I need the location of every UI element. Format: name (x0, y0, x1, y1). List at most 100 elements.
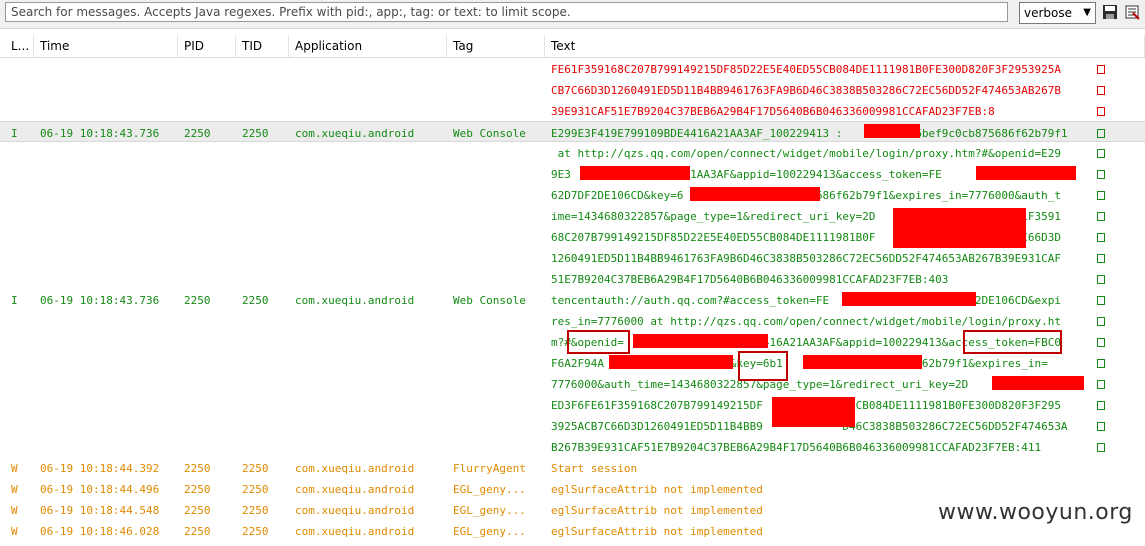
redaction-block (772, 397, 855, 427)
log-text-line: 1260491ED5D11B4BB9461763FA9B6D46C3838B50… (551, 252, 1061, 265)
log-level: W (11, 483, 18, 496)
log-text-line: 62D7DF2DE106CD&key=6 75686f62b79f1&expir… (551, 189, 1061, 202)
redaction-block (803, 355, 922, 369)
log-app: com.xueqiu.android (295, 462, 415, 475)
line-break-glyph-icon (1097, 296, 1105, 305)
log-text-line: CB7C66D3D1260491ED5D11B4BB9461763FA9B6D4… (551, 84, 1061, 97)
log-app: com.xueqiu.android (295, 294, 415, 307)
log-time: 06-19 10:18:44.548 (40, 504, 160, 517)
line-break-glyph-icon (1097, 149, 1105, 158)
log-pid: 2250 (184, 504, 211, 517)
log-time: 06-19 10:18:43.736 (40, 294, 160, 307)
log-tid: 2250 (242, 462, 269, 475)
line-break-glyph-icon (1097, 380, 1105, 389)
save-icon[interactable] (1102, 4, 1118, 20)
line-break-glyph-icon (1097, 317, 1105, 326)
column-header-tid[interactable]: TID (236, 35, 289, 57)
log-text-line: FE61F359168C207B799149215DF85D22E5E40ED5… (551, 63, 1061, 76)
log-app: com.xueqiu.android (295, 525, 415, 538)
log-row[interactable]: I 06-19 10:18:43.736 2250 2250 com.xueqiu.an… (0, 289, 1145, 457)
line-break-glyph-icon (1097, 359, 1105, 368)
redaction-block (893, 208, 1026, 248)
redaction-block (864, 124, 920, 138)
log-tag: EGL_geny... (453, 504, 526, 517)
watermark-text: www.wooyun.org (938, 500, 1133, 525)
log-level: W (11, 504, 18, 517)
redaction-block (580, 166, 690, 180)
log-level: W (11, 462, 18, 475)
log-table-body[interactable]: FE61F359168C207B799149215DF85D22E5E40ED5… (0, 58, 1145, 542)
line-break-glyph-icon (1097, 86, 1105, 95)
log-text: FE61F359168C207B799149215DF85D22E5E40ED5… (551, 63, 1111, 126)
redaction-block (992, 376, 1084, 390)
log-tid: 2250 (242, 483, 269, 496)
log-level-select[interactable]: verbose ▼ (1019, 2, 1096, 24)
column-header-level[interactable]: L... (5, 35, 34, 57)
column-header-application[interactable]: Application (289, 35, 447, 57)
highlight-box (738, 351, 788, 381)
highlight-box (963, 330, 1062, 354)
line-break-glyph-icon (1097, 170, 1105, 179)
log-pid: 2250 (184, 525, 211, 538)
log-text-line: 68C207B799149215DF85D22E5E40ED55CB084DE1… (551, 231, 1061, 244)
log-tid: 2250 (242, 525, 269, 538)
line-break-glyph-icon (1097, 401, 1105, 410)
log-tag: EGL_geny... (453, 525, 526, 538)
column-header-pid[interactable]: PID (178, 35, 236, 57)
log-time: 06-19 10:18:44.496 (40, 483, 160, 496)
log-pid: 2250 (184, 127, 211, 140)
log-time: 06-19 10:18:43.736 (40, 127, 160, 140)
line-break-glyph-icon (1097, 65, 1105, 74)
log-tag: Web Console (453, 127, 526, 140)
toolbar: verbose ▼ (0, 0, 1145, 29)
chevron-down-icon: ▼ (1083, 7, 1091, 18)
redaction-block (976, 166, 1076, 180)
log-app: com.xueqiu.android (295, 483, 415, 496)
log-level: I (11, 127, 18, 140)
redaction-block (633, 334, 768, 348)
redaction-block (609, 355, 733, 369)
log-time: 06-19 10:18:46.028 (40, 525, 160, 538)
log-row[interactable]: FE61F359168C207B799149215DF85D22E5E40ED5… (0, 58, 1145, 121)
redaction-block (690, 187, 820, 201)
log-tag: Web Console (453, 294, 526, 307)
line-break-glyph-icon (1097, 254, 1105, 263)
log-text-line: at http://qzs.qq.com/open/connect/widget… (551, 147, 1061, 160)
line-break-glyph-icon (1097, 233, 1105, 242)
column-header-text[interactable]: Text (545, 35, 1145, 57)
clear-log-icon[interactable] (1124, 4, 1140, 20)
log-pid: 2250 (184, 294, 211, 307)
log-tag: EGL_geny... (453, 483, 526, 496)
line-break-glyph-icon (1097, 338, 1105, 347)
log-tid: 2250 (242, 294, 269, 307)
line-break-glyph-icon (1097, 422, 1105, 431)
log-tag: FlurryAgent (453, 462, 526, 475)
search-input[interactable] (5, 2, 1008, 22)
log-level: I (11, 294, 18, 307)
log-app: com.xueqiu.android (295, 127, 415, 140)
log-level: W (11, 525, 18, 538)
log-text-line: eglSurfaceAttrib not implemented (551, 525, 763, 538)
redaction-block (842, 292, 976, 306)
column-header-time[interactable]: Time (34, 35, 178, 57)
log-tid: 2250 (242, 127, 269, 140)
log-app: com.xueqiu.android (295, 504, 415, 517)
line-break-glyph-icon (1097, 443, 1105, 452)
log-pid: 2250 (184, 483, 211, 496)
log-tid: 2250 (242, 504, 269, 517)
log-row[interactable]: I 06-19 10:18:43.736 2250 2250 com.xueqiu.an… (0, 121, 1145, 142)
log-row[interactable]: W 06-19 10:18:44.392 2250 2250 com.xueqiu.an… (0, 457, 1145, 478)
log-table-header: L... Time PID TID Application Tag Text (0, 35, 1145, 58)
log-text: eglSurfaceAttrib not implemented (551, 525, 1111, 546)
line-break-glyph-icon (1097, 212, 1105, 221)
line-break-glyph-icon (1097, 191, 1105, 200)
line-break-glyph-icon (1097, 275, 1105, 284)
line-break-glyph-icon (1097, 107, 1105, 116)
log-row[interactable]: W 06-19 10:18:44.496 2250 2250 com.xueqiu.an… (0, 478, 1145, 499)
log-level-value: verbose (1024, 6, 1073, 20)
highlight-box (567, 330, 630, 354)
column-header-tag[interactable]: Tag (447, 35, 545, 57)
log-pid: 2250 (184, 462, 211, 475)
log-text-line: ime=1434680322857&page_type=1&redirect_u… (551, 210, 1061, 223)
line-break-glyph-icon (1097, 129, 1105, 138)
